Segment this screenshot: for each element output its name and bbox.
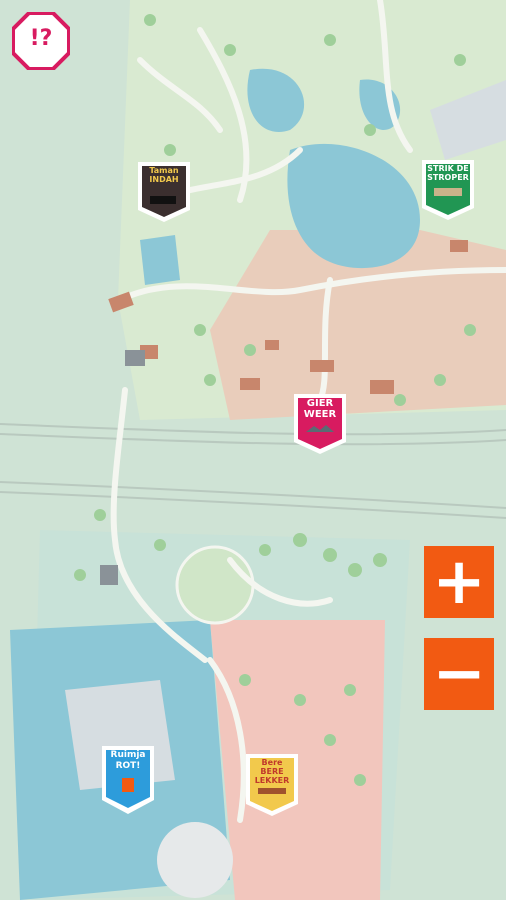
marker-taman-indah[interactable]: Taman INDAH [136,160,192,224]
plus-icon: + [432,545,486,619]
marker-label: Taman INDAH [149,166,179,184]
help-button[interactable]: !? [11,11,71,71]
marker-label: Bere BERE LEKKER [254,758,290,785]
zoom-in-button[interactable]: + [424,546,494,618]
marker-label: Ruimja ROT! [110,750,146,771]
marker-strik-de-stroper[interactable]: STRIK DE STROPER [420,158,476,222]
minus-icon: − [432,637,486,711]
help-label: !? [29,26,53,51]
marker-gier-weer[interactable]: GIER WEER [292,392,348,456]
marker-ruimja-rot[interactable]: Ruimja ROT! [100,744,156,814]
zoom-out-button[interactable]: − [424,638,494,710]
marker-label: STRIK DE STROPER [427,164,469,182]
marker-label: GIER WEER [303,398,337,420]
marker-bere-lekker[interactable]: Bere BERE LEKKER [244,752,300,816]
